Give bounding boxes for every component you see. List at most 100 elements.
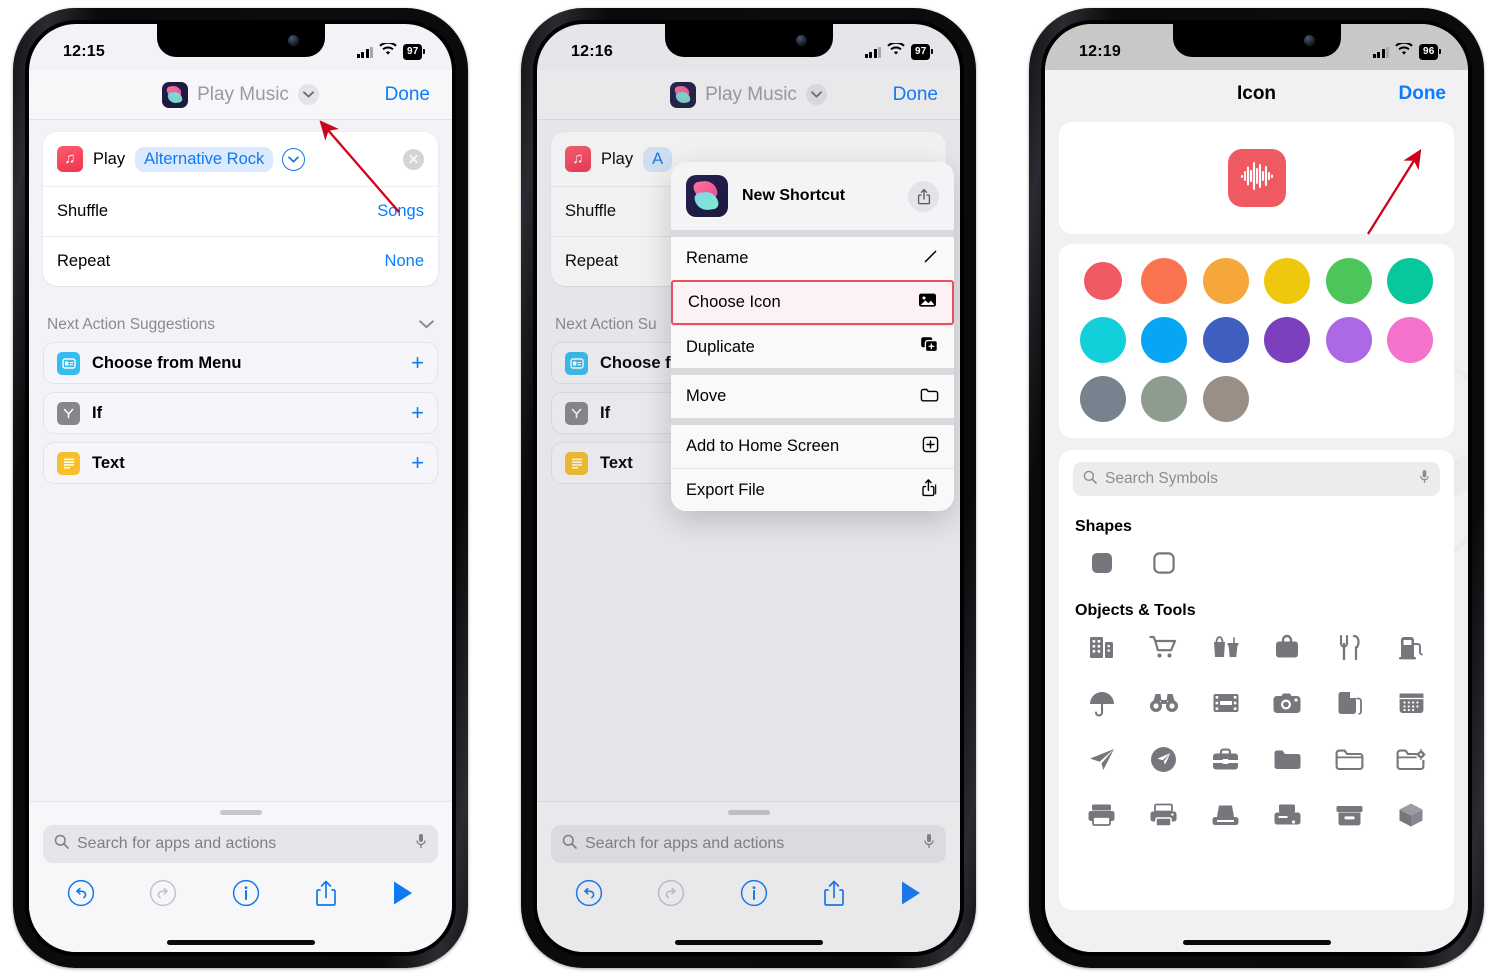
wifi-icon [887, 41, 906, 61]
chevron-down-icon[interactable] [419, 316, 434, 334]
info-button[interactable] [232, 879, 260, 912]
sidebar-item-text[interactable]: Text + [43, 442, 438, 484]
color-swatch[interactable] [1264, 258, 1311, 304]
param-value[interactable]: None [385, 252, 424, 271]
shortcuts-app-icon [162, 81, 189, 108]
color-swatch[interactable] [1141, 258, 1188, 304]
microphone-icon[interactable] [415, 833, 427, 855]
action-parameter-pill[interactable]: Alternative Rock [135, 146, 274, 172]
cube-icon[interactable] [1394, 798, 1428, 832]
context-menu-item-move[interactable]: Move [671, 375, 954, 418]
context-menu-item-rename[interactable]: Rename [671, 237, 954, 280]
done-button[interactable]: Done [385, 84, 430, 106]
shortcut-title-group[interactable]: Play Music [162, 81, 319, 108]
folder-filled-icon[interactable] [1270, 742, 1304, 776]
action-param-row[interactable]: Repeat None [43, 236, 438, 286]
rounded-square-outline-icon[interactable] [1147, 546, 1181, 580]
color-swatch[interactable] [1202, 317, 1249, 363]
color-swatch[interactable] [1202, 376, 1249, 422]
sidebar-item-choose-from-menu[interactable]: Choose from Menu + [43, 342, 438, 384]
suitcase-icon[interactable] [1209, 742, 1243, 776]
context-menu-item-duplicate[interactable]: Duplicate [671, 325, 954, 368]
rounded-square-filled-icon[interactable] [1085, 546, 1119, 580]
plus-icon[interactable]: + [411, 402, 424, 424]
symbol-picker-card: Search Symbols Shapes Objects & Tools [1059, 450, 1454, 910]
action-param-row[interactable]: Shuffle Songs [43, 186, 438, 236]
sheet-grabber[interactable] [219, 810, 262, 815]
battery-indicator: 97 [911, 43, 932, 61]
paperplane-circle-icon[interactable] [1147, 742, 1181, 776]
film-strip-icon[interactable] [1209, 686, 1243, 720]
folder-gear-icon[interactable] [1394, 742, 1428, 776]
search-symbols-input[interactable]: Search Symbols [1073, 462, 1440, 496]
color-swatch[interactable] [1079, 376, 1126, 422]
printer-icon[interactable] [1085, 798, 1119, 832]
building-office-icon[interactable] [1085, 630, 1119, 664]
phone-1-bezel: 12:15 97 Play Music Done ♫ Play Alternat… [25, 20, 456, 956]
fork-knife-icon[interactable] [1332, 630, 1366, 664]
chevron-down-circle-icon[interactable] [282, 147, 306, 171]
calendar-icon[interactable] [1394, 686, 1428, 720]
home-indicator[interactable] [674, 940, 823, 945]
remove-x-circle-icon[interactable] [403, 148, 424, 170]
umbrella-icon[interactable] [1085, 686, 1119, 720]
action-header-row[interactable]: Play Alternative Rock [43, 132, 438, 186]
share-up-arrow-icon[interactable] [908, 180, 939, 212]
suggestion-label: If [92, 403, 103, 422]
microphone-icon[interactable] [1419, 469, 1430, 490]
camera-icon[interactable] [1270, 686, 1304, 720]
color-swatch[interactable] [1075, 254, 1130, 308]
home-indicator[interactable] [166, 940, 315, 945]
home-indicator[interactable] [1182, 940, 1331, 945]
param-label: Repeat [57, 252, 111, 270]
binoculars-icon[interactable] [1147, 686, 1181, 720]
color-swatch[interactable] [1387, 258, 1434, 304]
printer-filled-icon[interactable] [1147, 798, 1181, 832]
param-value[interactable]: Songs [377, 202, 424, 221]
context-menu-item-add-to-home-screen[interactable]: Add to Home Screen [671, 425, 954, 468]
battery-indicator: 96 [1419, 43, 1440, 61]
color-swatch[interactable] [1141, 317, 1188, 363]
sidebar-item-if[interactable]: If + [43, 392, 438, 434]
status-time: 12:16 [571, 43, 613, 60]
param-label: Shuffle [57, 202, 109, 220]
share-button[interactable] [314, 879, 338, 912]
folder-outline-icon[interactable] [1332, 742, 1366, 776]
color-swatch[interactable] [1202, 258, 1249, 304]
briefcase-bag-icon[interactable] [1270, 630, 1304, 664]
color-swatch[interactable] [1079, 317, 1126, 363]
fax-icon[interactable] [1270, 798, 1304, 832]
color-swatch[interactable] [1141, 376, 1188, 422]
pencil-icon [922, 248, 939, 270]
fuel-pump-icon[interactable] [1394, 630, 1428, 664]
document-copy-icon[interactable] [1332, 686, 1366, 720]
menu-item-label: Duplicate [686, 337, 755, 356]
notch [1172, 24, 1341, 57]
takeout-bag-drink-icon[interactable] [1209, 630, 1243, 664]
search-placeholder: Search Symbols [1105, 470, 1218, 487]
chevron-down-icon[interactable] [297, 84, 319, 105]
context-menu-item-export-file[interactable]: Export File [671, 468, 954, 511]
color-swatch[interactable] [1387, 317, 1434, 363]
color-swatch[interactable] [1325, 258, 1372, 304]
status-time: 12:15 [63, 43, 105, 60]
scanner-icon[interactable] [1209, 798, 1243, 832]
archivebox-icon[interactable] [1332, 798, 1366, 832]
undo-button[interactable] [67, 879, 95, 912]
suggestions-header[interactable]: Next Action Suggestions [47, 316, 434, 334]
color-swatch[interactable] [1325, 317, 1372, 363]
play-button[interactable] [392, 880, 414, 911]
phone-3-screen: 12:19 96 Icon Done Search Symbols Shapes… [1045, 24, 1468, 952]
context-menu-item-choose-icon[interactable]: Choose Icon [671, 280, 954, 325]
plus-icon[interactable]: + [411, 452, 424, 474]
icon-preview-tile[interactable] [1227, 149, 1286, 207]
search-input[interactable]: Search for apps and actions [43, 825, 438, 863]
paperplane-icon[interactable] [1085, 742, 1119, 776]
context-menu: New Shortcut Rename Choose Icon Duplicat… [671, 162, 954, 511]
context-menu-header: New Shortcut [671, 162, 954, 230]
done-button[interactable]: Done [1399, 83, 1447, 105]
color-swatch[interactable] [1264, 317, 1311, 363]
plus-icon[interactable]: + [411, 352, 424, 374]
shopping-cart-icon[interactable] [1147, 630, 1181, 664]
redo-button[interactable] [149, 879, 177, 912]
